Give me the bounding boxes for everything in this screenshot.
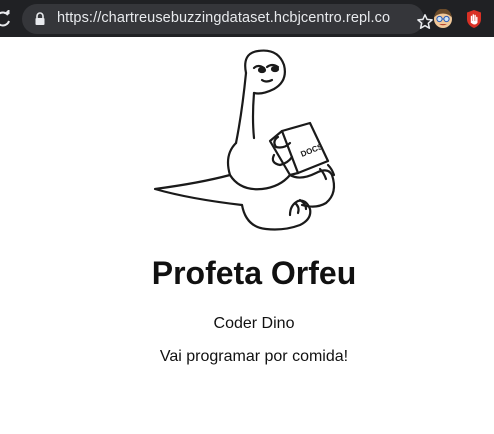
browser-toolbar: https://chartreusebuzzingdataset.hcbjcen…: [0, 0, 494, 37]
url-text[interactable]: https://chartreusebuzzingdataset.hcbjcen…: [57, 10, 390, 26]
hand-extension-icon[interactable]: [465, 9, 483, 29]
address-bar[interactable]: https://chartreusebuzzingdataset.hcbjcen…: [22, 4, 433, 34]
page-subtitle: Coder Dino: [213, 315, 295, 332]
page-tagline: Vai programar por comida!: [159, 348, 349, 365]
star-icon[interactable]: [416, 13, 434, 31]
reload-icon[interactable]: [0, 10, 12, 28]
avatar-extension-icon[interactable]: [433, 9, 453, 29]
lock-icon[interactable]: [34, 12, 46, 26]
page-title: Profeta Orfeu: [151, 255, 357, 291]
dino-illustration: DOCS: [153, 49, 336, 231]
